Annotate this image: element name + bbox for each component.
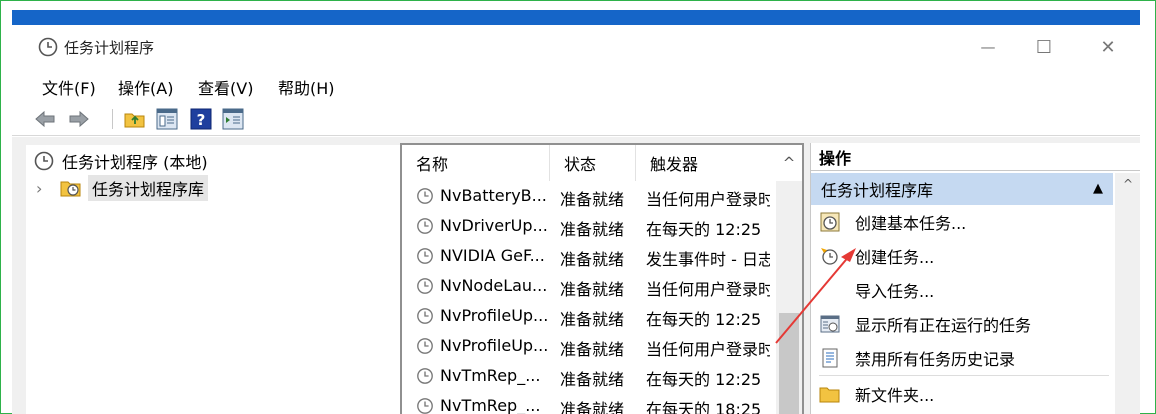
action-display-running-tasks[interactable]: 显示所有正在运行的任务 <box>819 309 1031 339</box>
menu-bar: 文件(F) 操作(A) 查看(V) 帮助(H) <box>12 71 1140 99</box>
tree-library-label: 任务计划程序库 <box>88 175 209 201</box>
main-area: 任务计划程序 (本地) › 任务计划程序库 名称 状态 触发器 ^ NvBatt… <box>12 137 1140 414</box>
window-accent-bar <box>12 10 1140 25</box>
clock-icon <box>417 397 433 414</box>
task-trigger: 在每天的 12:25 <box>646 220 762 239</box>
task-status: 准备就绪 <box>560 400 625 414</box>
task-trigger: 当任何用户登录时 <box>646 340 770 359</box>
maximize-button[interactable]: ☐ <box>1014 31 1074 63</box>
table-row[interactable]: NvTmRep_... 准备就绪 在每天的 12:25 <box>402 361 772 391</box>
tree-root-label: 任务计划程序 (本地) <box>62 153 208 172</box>
navigation-tree: 任务计划程序 (本地) › 任务计划程序库 <box>26 145 400 414</box>
task-status: 准备就绪 <box>560 190 625 209</box>
title-bar[interactable]: 任务计划程序 — ☐ ✕ <box>12 25 1140 68</box>
create-basic-task-icon <box>820 212 840 232</box>
column-header-name[interactable]: 名称 <box>402 145 550 181</box>
table-row[interactable]: NvTmRep_... 准备就绪 在每天的 18:25 <box>402 391 772 414</box>
menu-file[interactable]: 文件(F) <box>42 75 96 99</box>
action-create-task[interactable]: 创建任务... <box>819 241 934 271</box>
scrollbar-thumb[interactable] <box>779 313 799 414</box>
task-name: NvDriverUp... <box>440 216 548 235</box>
minimize-button[interactable]: — <box>958 31 1018 63</box>
forward-arrow-icon[interactable] <box>68 108 90 130</box>
help-icon[interactable]: ? <box>190 108 212 130</box>
table-row[interactable]: NvBatteryB... 准备就绪 当任何用户登录时 <box>402 181 772 211</box>
task-name: NvBatteryB... <box>440 186 547 205</box>
task-trigger: 发生事件时 - 日志 <box>646 250 770 269</box>
task-trigger: 当任何用户登录时 <box>646 190 770 209</box>
table-row[interactable]: NvNodeLau... 准备就绪 当任何用户登录时 <box>402 271 772 301</box>
actions-header: 操作 <box>811 143 1140 171</box>
task-status: 准备就绪 <box>560 280 625 299</box>
clock-icon <box>34 151 54 171</box>
collapse-arrow-icon[interactable]: ▲ <box>1093 181 1103 196</box>
task-trigger: 在每天的 18:25 <box>646 400 762 414</box>
actions-scrollbar[interactable]: ^ <box>1115 173 1140 414</box>
task-name: NvTmRep_... <box>440 396 541 414</box>
scroll-up-arrow[interactable]: ^ <box>776 145 802 181</box>
task-trigger: 在每天的 12:25 <box>646 310 762 329</box>
show-hide-action-pane-icon[interactable] <box>222 108 244 130</box>
menu-action[interactable]: 操作(A) <box>118 75 173 99</box>
clock-icon <box>417 247 433 264</box>
actions-section-library[interactable]: 任务计划程序库 ▲ <box>811 173 1113 205</box>
task-trigger: 当任何用户登录时 <box>646 280 770 299</box>
table-row[interactable]: NvProfileUp... 准备就绪 在每天的 12:25 <box>402 301 772 331</box>
folder-icon <box>819 387 840 403</box>
close-button[interactable]: ✕ <box>1078 31 1138 63</box>
menu-view[interactable]: 查看(V) <box>198 75 253 99</box>
back-arrow-icon[interactable] <box>34 108 56 130</box>
tree-library[interactable]: › 任务计划程序库 <box>36 175 209 201</box>
window-title: 任务计划程序 <box>64 39 155 57</box>
task-status: 准备就绪 <box>560 340 625 359</box>
chevron-right-icon[interactable]: › <box>36 179 52 198</box>
task-name: NvTmRep_... <box>440 366 541 385</box>
vertical-scrollbar[interactable] <box>776 181 802 414</box>
running-tasks-icon <box>820 315 840 333</box>
task-list-pane: 名称 状态 触发器 ^ NvBatteryB... 准备就绪 当任何用户登录时 NvD… <box>400 143 804 414</box>
action-disable-history[interactable]: 禁用所有任务历史记录 <box>819 343 1015 373</box>
clock-icon <box>38 37 58 57</box>
table-row[interactable]: NvProfileUp... 准备就绪 当任何用户登录时 <box>402 331 772 361</box>
clock-icon <box>417 307 433 324</box>
task-name: NvProfileUp... <box>440 306 549 325</box>
clock-icon <box>417 187 433 204</box>
clock-icon <box>417 217 433 234</box>
scroll-up-arrow[interactable]: ^ <box>1115 173 1140 195</box>
clock-icon <box>417 277 433 294</box>
action-create-basic-task[interactable]: 创建基本任务... <box>819 207 966 237</box>
task-trigger: 在每天的 12:25 <box>646 370 762 389</box>
actions-pane: 操作 任务计划程序库 ▲ ^ 创建基本任务... 创建任务... 导入任务...… <box>810 143 1140 414</box>
menu-help[interactable]: 帮助(H) <box>278 75 335 99</box>
action-import-task[interactable]: 导入任务... <box>819 275 934 305</box>
toolbar: ? <box>12 103 1140 136</box>
column-header-trigger[interactable]: 触发器 <box>636 145 776 181</box>
column-header-status[interactable]: 状态 <box>550 145 636 181</box>
task-status: 准备就绪 <box>560 370 625 389</box>
task-scheduler-window: 任务计划程序 — ☐ ✕ 文件(F) 操作(A) 查看(V) 帮助(H) ? 任… <box>12 25 1140 414</box>
toolbar-separator <box>112 109 113 129</box>
task-status: 准备就绪 <box>560 310 625 329</box>
task-status: 准备就绪 <box>560 220 625 239</box>
table-row[interactable]: NVIDIA GeF... 准备就绪 发生事件时 - 日志 <box>402 241 772 271</box>
history-icon <box>822 348 838 368</box>
svg-text:?: ? <box>197 111 206 129</box>
folder-up-icon[interactable] <box>124 108 146 130</box>
task-name: NvProfileUp... <box>440 336 549 355</box>
show-hide-tree-icon[interactable] <box>156 108 178 130</box>
action-new-folder[interactable]: 新文件夹... <box>819 379 934 409</box>
actions-divider <box>819 375 1109 376</box>
task-rows: NvBatteryB... 准备就绪 当任何用户登录时 NvDriverUp... 准备… <box>402 181 772 414</box>
task-name: NvNodeLau... <box>440 276 548 295</box>
create-task-icon <box>821 248 838 265</box>
task-name: NVIDIA GeF... <box>440 246 545 265</box>
table-row[interactable]: NvDriverUp... 准备就绪 在每天的 12:25 <box>402 211 772 241</box>
task-status: 准备就绪 <box>560 250 625 269</box>
folder-clock-icon <box>60 181 81 197</box>
tree-root[interactable]: 任务计划程序 (本地) <box>34 149 208 173</box>
clock-icon <box>417 367 433 384</box>
clock-icon <box>417 337 433 354</box>
